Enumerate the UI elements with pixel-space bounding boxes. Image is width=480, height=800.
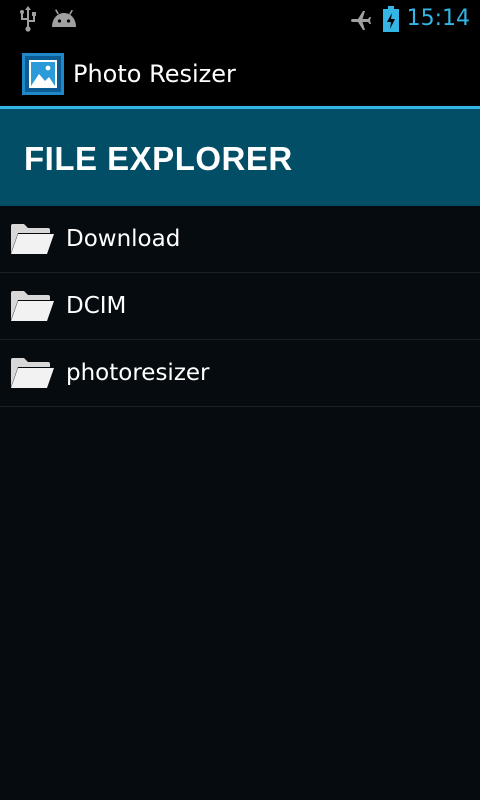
section-header: FILE EXPLORER [0, 109, 480, 206]
status-clock: 15:14 [406, 6, 470, 31]
android-icon [52, 9, 76, 27]
photo-resizer-app-icon[interactable] [22, 53, 64, 95]
list-item-dcim[interactable]: DCIM [0, 273, 480, 340]
folder-name: photoresizer [66, 360, 210, 386]
screen: 15:14 Photo Resizer FILE EXPLORER Downlo… [0, 0, 480, 800]
battery-charging-icon [383, 6, 399, 32]
folder-name: Download [66, 226, 181, 252]
airplane-mode-icon [351, 11, 371, 30]
file-list: Download DCIM photoresizer [0, 206, 480, 407]
app-title: Photo Resizer [73, 60, 236, 88]
status-bar: 15:14 [0, 0, 480, 38]
folder-icon [11, 358, 54, 388]
page-title: FILE EXPLORER [24, 140, 293, 177]
usb-icon [20, 6, 36, 32]
folder-icon [11, 291, 54, 321]
list-item-download[interactable]: Download [0, 206, 480, 273]
action-bar: Photo Resizer [0, 38, 480, 106]
folder-name: DCIM [66, 293, 127, 319]
list-item-photoresizer[interactable]: photoresizer [0, 340, 480, 407]
folder-icon [11, 224, 54, 254]
